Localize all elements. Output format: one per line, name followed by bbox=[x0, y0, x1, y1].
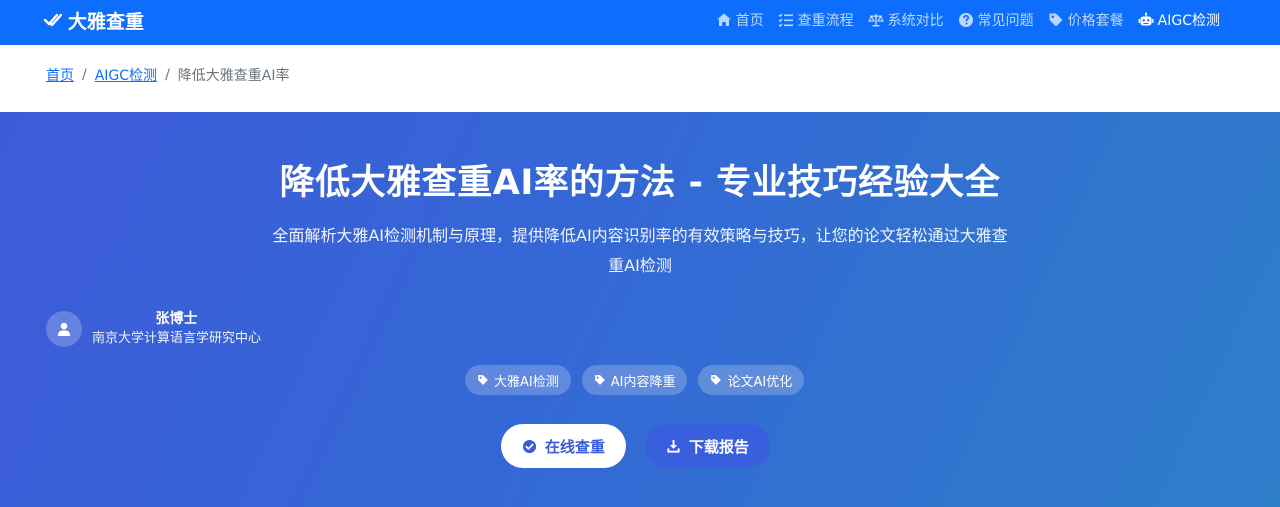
balance-scale-icon bbox=[867, 14, 884, 27]
hero-actions: 在线查重 下载报告 bbox=[501, 424, 770, 468]
nav-menu: 首页 查重流程 系统对比 常见问题 价格套餐 AIGC检测 bbox=[716, 0, 1220, 40]
top-navbar: 大雅查重 首页 查重流程 系统对比 常见问题 价格套餐 AIGC检测 bbox=[0, 0, 1280, 45]
breadcrumb-home-link[interactable]: 首页 bbox=[46, 65, 74, 85]
nav-link-label: AIGC检测 bbox=[1157, 13, 1220, 29]
home-icon bbox=[716, 13, 731, 26]
list-check-icon bbox=[778, 13, 793, 28]
avatar bbox=[46, 311, 82, 347]
breadcrumb-separator: / bbox=[165, 67, 170, 83]
tag-label: 大雅AI检测 bbox=[494, 374, 559, 390]
author-org: 南京大学计算语言学研究中心 bbox=[92, 331, 262, 346]
check-circle-icon bbox=[522, 439, 537, 453]
nav-link-label: 查重流程 bbox=[797, 13, 854, 29]
author-info: 张博士 南京大学计算语言学研究中心 bbox=[46, 309, 261, 349]
nav-link-label: 价格套餐 bbox=[1067, 13, 1124, 29]
tag-icon bbox=[711, 375, 722, 385]
brand-name: 大雅查重 bbox=[68, 10, 145, 33]
tag-item[interactable]: AI内容降重 bbox=[581, 365, 688, 395]
nav-link-faq[interactable]: 常见问题 bbox=[958, 10, 1034, 30]
breadcrumb: 首页 / AIGC检测 / 降低大雅查重AI率 bbox=[0, 45, 1280, 112]
tag-icon bbox=[1049, 13, 1063, 27]
hero-section: 降低大雅查重AI率的方法 - 专业技巧经验大全 全面解析大雅AI检测机制与原理，… bbox=[0, 112, 1280, 507]
nav-link-label: 常见问题 bbox=[977, 13, 1034, 29]
download-report-button[interactable]: 下载报告 bbox=[645, 424, 770, 468]
page-title: 降低大雅查重AI率的方法 - 专业技巧经验大全 bbox=[279, 163, 1001, 203]
tag-label: 论文AI优化 bbox=[727, 374, 793, 390]
tag-label: AI内容降重 bbox=[610, 374, 676, 390]
breadcrumb-current: 降低大雅查重AI率 bbox=[177, 68, 290, 84]
brand-logo[interactable]: 大雅查重 bbox=[44, 0, 144, 40]
nav-link-label: 系统对比 bbox=[887, 13, 944, 29]
button-label: 在线查重 bbox=[544, 437, 605, 456]
question-circle-icon bbox=[958, 13, 973, 27]
tag-list: 大雅AI检测 AI内容降重 论文AI优化 bbox=[465, 365, 805, 395]
user-icon bbox=[57, 322, 71, 336]
tag-item[interactable]: 论文AI优化 bbox=[698, 365, 805, 395]
nav-link-aigc[interactable]: AIGC检测 bbox=[1138, 10, 1220, 30]
nav-link-home[interactable]: 首页 bbox=[716, 10, 764, 30]
button-label: 下载报告 bbox=[688, 437, 749, 456]
tag-item[interactable]: 大雅AI检测 bbox=[465, 365, 571, 395]
robot-icon bbox=[1138, 12, 1154, 26]
nav-link-process[interactable]: 查重流程 bbox=[778, 10, 854, 30]
download-icon bbox=[667, 439, 680, 453]
online-check-button[interactable]: 在线查重 bbox=[501, 424, 626, 468]
breadcrumb-aigc-link[interactable]: AIGC检测 bbox=[95, 65, 157, 85]
tag-icon bbox=[594, 375, 605, 385]
double-check-icon bbox=[44, 13, 62, 27]
nav-link-pricing[interactable]: 价格套餐 bbox=[1048, 10, 1124, 30]
page-subtitle: 全面解析大雅AI检测机制与原理，提供降低AI内容识别率的有效策略与技巧，让您的论… bbox=[272, 226, 1008, 275]
breadcrumb-separator: / bbox=[82, 67, 87, 83]
nav-link-compare[interactable]: 系统对比 bbox=[867, 10, 944, 30]
nav-link-label: 首页 bbox=[735, 13, 764, 29]
author-name: 张博士 bbox=[155, 311, 198, 327]
tag-icon bbox=[478, 375, 488, 385]
